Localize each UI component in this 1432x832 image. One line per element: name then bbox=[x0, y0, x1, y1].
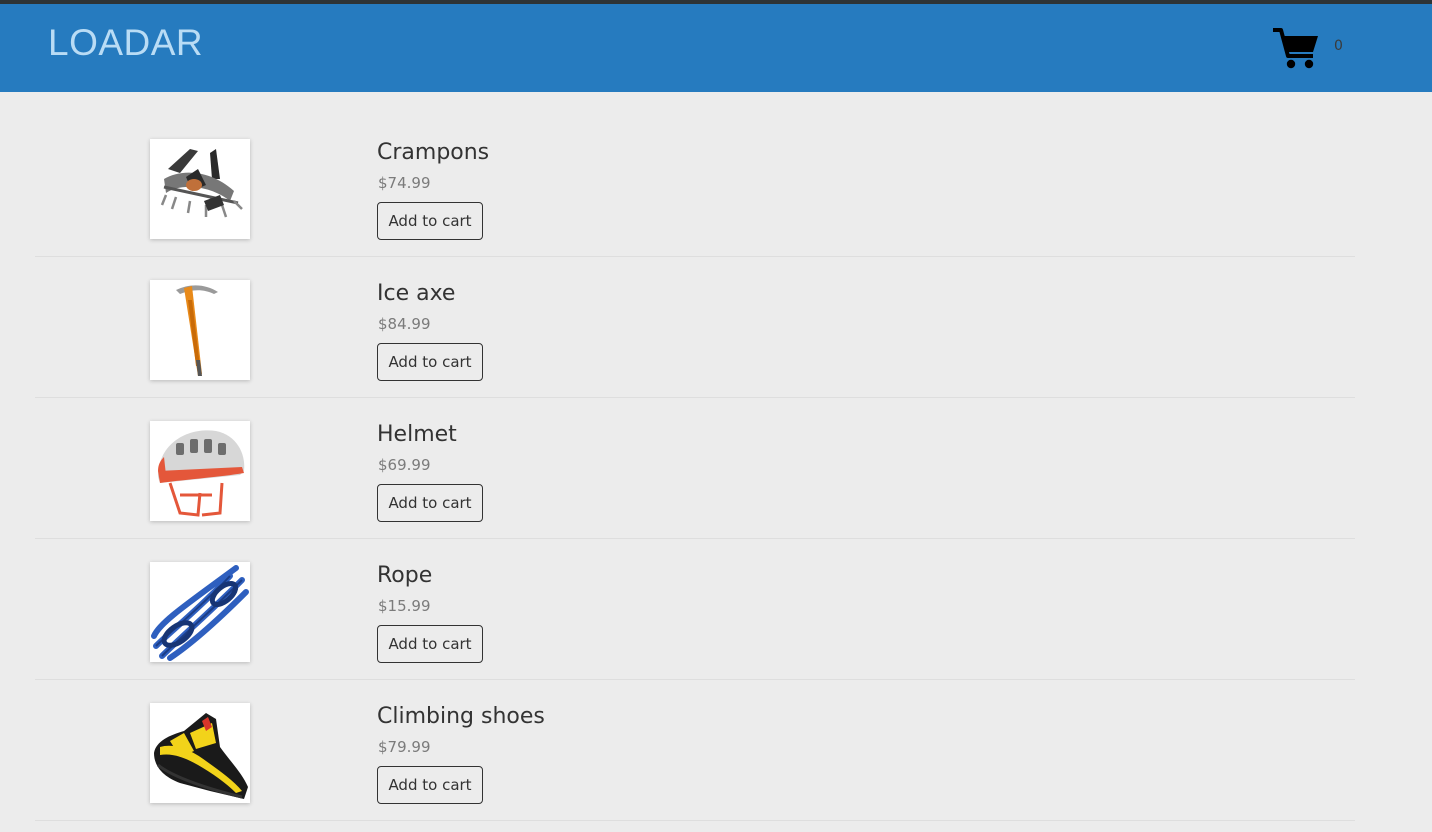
add-to-cart-button[interactable]: Add to cart bbox=[377, 484, 483, 522]
brand-logo[interactable]: LOADAR bbox=[48, 22, 203, 64]
product-list: Crampons $74.99 Add to cart Ice axe $84.… bbox=[35, 116, 1355, 821]
product-name[interactable]: Climbing shoes bbox=[377, 704, 545, 729]
add-to-cart-button[interactable]: Add to cart bbox=[377, 766, 483, 804]
product-name[interactable]: Rope bbox=[377, 563, 432, 588]
product-name[interactable]: Crampons bbox=[377, 140, 489, 165]
product-row: Rope $15.99 Add to cart bbox=[35, 539, 1355, 680]
climbing-shoes-image[interactable] bbox=[150, 703, 250, 803]
product-row: Helmet $69.99 Add to cart bbox=[35, 398, 1355, 539]
crampons-image[interactable] bbox=[150, 139, 250, 239]
rope-image[interactable] bbox=[150, 562, 250, 662]
product-row: Crampons $74.99 Add to cart bbox=[35, 116, 1355, 257]
product-row: Climbing shoes $79.99 Add to cart bbox=[35, 680, 1355, 821]
add-to-cart-button[interactable]: Add to cart bbox=[377, 343, 483, 381]
product-row: Ice axe $84.99 Add to cart bbox=[35, 257, 1355, 398]
product-price: $15.99 bbox=[378, 597, 431, 615]
ice-axe-image[interactable] bbox=[150, 280, 250, 380]
add-to-cart-button[interactable]: Add to cart bbox=[377, 625, 483, 663]
product-price: $74.99 bbox=[378, 174, 431, 192]
shopping-cart-icon[interactable] bbox=[1272, 26, 1320, 70]
product-name[interactable]: Helmet bbox=[377, 422, 457, 447]
cart-count: 0 bbox=[1334, 38, 1343, 54]
helmet-image[interactable] bbox=[150, 421, 250, 521]
product-price: $69.99 bbox=[378, 456, 431, 474]
product-price: $84.99 bbox=[378, 315, 431, 333]
app-header: LOADAR 0 bbox=[0, 4, 1432, 92]
product-name[interactable]: Ice axe bbox=[377, 281, 455, 306]
product-price: $79.99 bbox=[378, 738, 431, 756]
add-to-cart-button[interactable]: Add to cart bbox=[377, 202, 483, 240]
